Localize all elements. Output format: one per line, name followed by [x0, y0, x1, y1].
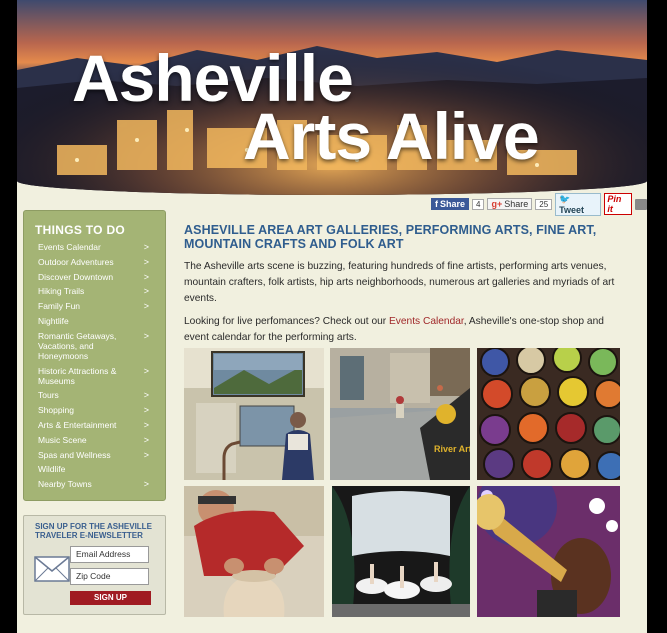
photo-river-arts-district-street: River Arts Dist.	[330, 348, 470, 480]
sidebar-item[interactable]: Romantic Getaways, Vacations, and Honeym…	[24, 331, 165, 361]
print-icon[interactable]	[635, 198, 647, 210]
river-arts-sign-text: River Arts Dist.	[434, 444, 470, 454]
sidebar-item-label: Discover Downtown	[38, 271, 114, 282]
chevron-right-icon: >	[143, 256, 149, 267]
google-share-count: 25	[535, 198, 553, 210]
sidebar-item-label: Romantic Getaways, Vacations, and Honeym…	[38, 330, 117, 361]
pinterest-button[interactable]: Pin it	[604, 193, 633, 215]
page: Asheville Arts Alive f Share 4 g+ Share …	[17, 0, 647, 633]
sidebar-item-label: Music Scene	[38, 434, 87, 445]
photo-ballet-dancers	[332, 486, 470, 617]
facebook-icon: f	[435, 199, 438, 209]
google-share-button[interactable]: g+ Share	[487, 198, 533, 210]
events-calendar-link[interactable]: Events Calendar	[389, 316, 464, 327]
tweet-button[interactable]: 🐦 Tweet	[555, 192, 602, 216]
facebook-share-label: Share	[440, 199, 466, 209]
sidebar-item-label: Tours	[38, 390, 59, 401]
google-share-label: Share	[504, 199, 529, 209]
sidebar-item[interactable]: Wildlife	[24, 464, 165, 474]
chevron-right-icon: >	[143, 390, 149, 401]
sidebar-item-label: Wildlife	[38, 464, 66, 475]
chevron-right-icon: >	[143, 242, 149, 252]
chevron-right-icon: >	[143, 330, 149, 341]
chevron-right-icon: >	[143, 405, 149, 416]
sidebar-item-label: Nearby Towns	[38, 479, 92, 490]
zip-code-field[interactable]: Zip Code	[70, 568, 149, 585]
sidebar-title: THINGS TO DO	[35, 223, 126, 237]
sidebar-item[interactable]: Discover Downtown >	[24, 272, 165, 282]
newsletter-title: SIGN UP FOR THE ASHEVILLE TRAVELER E-NEW…	[35, 522, 152, 540]
facebook-share-button[interactable]: f Share	[431, 198, 470, 210]
events-paragraph-text: Looking for live perfomances? Check out …	[184, 316, 389, 327]
chevron-right-icon: >	[143, 365, 149, 376]
sidebar-item[interactable]: Family Fun >	[24, 301, 165, 311]
hero-banner: Asheville Arts Alive	[17, 0, 647, 195]
share-bar: f Share 4 g+ Share 25 🐦 Tweet Pin it	[431, 192, 647, 216]
intro-paragraph: The Asheville arts scene is buzzing, fea…	[184, 261, 615, 304]
sidebar-item-label: Family Fun	[38, 301, 81, 312]
sidebar-item-label: Historic Attractions & Museums	[38, 365, 117, 386]
photo-trumpet-player	[477, 486, 620, 617]
sidebar-item-label: Spas and Wellness	[38, 449, 111, 460]
sidebar-item[interactable]: Arts & Entertainment >	[24, 420, 165, 430]
sidebar-item[interactable]: Historic Attractions & Museums >	[24, 366, 165, 386]
chevron-right-icon: >	[143, 271, 149, 282]
sidebar-item[interactable]: Events Calendar >	[24, 242, 165, 252]
events-paragraph: Looking for live perfomances? Check out …	[184, 314, 628, 346]
sidebar-item[interactable]: Nearby Towns >	[24, 479, 165, 489]
sidebar-item[interactable]: Spas and Wellness >	[24, 450, 165, 460]
chevron-right-icon: >	[143, 434, 149, 445]
google-plus-icon: g+	[491, 199, 503, 209]
chevron-right-icon: >	[143, 479, 149, 490]
photo-painter-studio	[184, 348, 324, 480]
chevron-right-icon: >	[143, 286, 149, 297]
sign-up-button[interactable]: SIGN UP	[70, 591, 151, 605]
sidebar-item[interactable]: Outdoor Adventures >	[24, 257, 165, 267]
email-field[interactable]: Email Address	[70, 546, 149, 563]
sidebar-item-label: Events Calendar	[38, 242, 101, 252]
sidebar-item-label: Hiking Trails	[38, 286, 85, 297]
envelope-icon	[34, 556, 70, 582]
sidebar-item[interactable]: Shopping >	[24, 405, 165, 415]
sidebar-item[interactable]: Nightlife	[24, 316, 165, 326]
sidebar-item-label: Shopping	[38, 405, 74, 416]
twitter-bird-icon: 🐦	[559, 193, 571, 204]
sidebar-item[interactable]: Music Scene >	[24, 435, 165, 445]
photo-paint-pots	[477, 348, 620, 480]
page-heading: ASHEVILLE AREA ART GALLERIES, PERFORMING…	[184, 223, 597, 251]
facebook-share-count: 4	[472, 198, 485, 210]
sidebar-item-label: Nightlife	[38, 315, 69, 326]
sidebar-item-label: Outdoor Adventures	[38, 256, 114, 267]
sidebar-item[interactable]: Tours >	[24, 390, 165, 400]
sidebar-item-label: Arts & Entertainment	[38, 419, 117, 430]
sidebar-menu: Events Calendar > Outdoor Adventures > Disco…	[24, 242, 165, 494]
hero-title-line2: Arts Alive	[243, 99, 540, 173]
things-to-do-sidebar: THINGS TO DO Events Calendar > Outdoor Adv…	[23, 210, 166, 501]
chevron-right-icon: >	[143, 449, 149, 460]
chevron-right-icon: >	[143, 301, 149, 312]
chevron-right-icon: >	[143, 419, 149, 430]
sidebar-item[interactable]: Hiking Trails >	[24, 286, 165, 296]
tweet-label: Tweet	[559, 204, 585, 215]
photo-potter-at-wheel	[184, 486, 324, 617]
